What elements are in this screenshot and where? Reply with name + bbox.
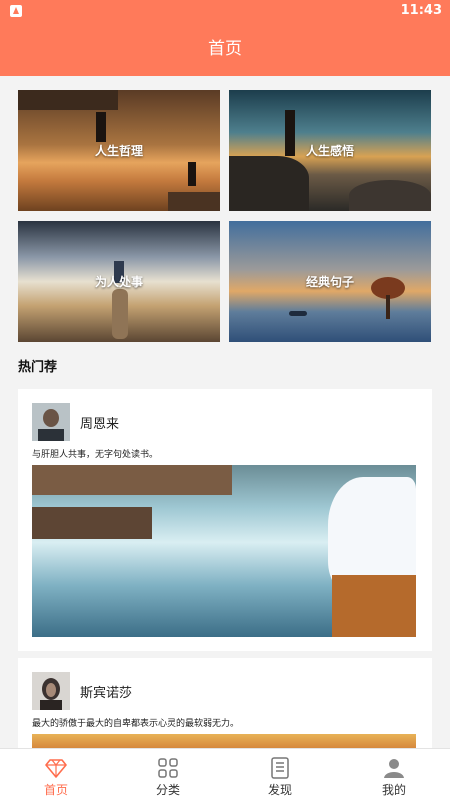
nav-item-home[interactable]: 首页 — [0, 749, 112, 800]
cliff-image — [229, 156, 309, 211]
cliff-image — [32, 465, 232, 495]
avatar[interactable] — [32, 672, 70, 710]
tree-trunk-image — [386, 295, 390, 319]
category-tile-life-philosophy[interactable]: 人生哲理 — [18, 90, 220, 211]
nav-label: 首页 — [43, 783, 68, 797]
user-icon — [384, 759, 404, 778]
category-label: 经典句子 — [305, 275, 354, 289]
main-content[interactable]: 人生哲理 人生感悟 为人处事 经典句子 热门荐 周恩来 与肝胆人共事，无字句处读… — [0, 76, 450, 748]
category-label: 人生哲理 — [94, 144, 143, 158]
author-name[interactable]: 周恩来 — [80, 413, 119, 432]
rock-image — [32, 507, 152, 539]
nav-label: 我的 — [381, 783, 406, 797]
category-grid: 人生哲理 人生感悟 为人处事 经典句子 — [18, 90, 432, 342]
status-time: 11:43 — [400, 3, 442, 18]
post-card[interactable]: 斯宾诺莎 最大的骄傲于最大的自卑都表示心灵的最软弱无力。 — [18, 658, 432, 748]
post-image[interactable] — [32, 734, 416, 748]
nav-item-discover[interactable]: 发现 — [224, 749, 336, 800]
post-image[interactable] — [32, 465, 416, 637]
category-label: 为人处事 — [94, 275, 143, 289]
app-header: 首页 — [0, 24, 450, 76]
nav-item-profile[interactable]: 我的 — [338, 749, 450, 800]
bottom-navigation: 首页 分类 发现 我的 — [0, 748, 450, 800]
page-title: 首页 — [208, 39, 242, 59]
category-label: 人生感悟 — [305, 144, 354, 158]
category-tile-life-insight[interactable]: 人生感悟 — [229, 90, 431, 211]
nav-label: 发现 — [267, 783, 292, 797]
post-card[interactable]: 周恩来 与肝胆人共事，无字句处读书。 — [18, 389, 432, 651]
stepping-stones-image — [112, 289, 128, 339]
author-name[interactable]: 斯宾诺莎 — [80, 682, 132, 701]
quote-text: 与肝胆人共事，无字句处读书。 — [32, 450, 159, 460]
autumn-hill-image — [332, 575, 416, 637]
person-silhouette — [96, 112, 106, 142]
category-tile-classic-sentences[interactable]: 经典句子 — [229, 221, 431, 342]
nav-item-categories[interactable]: 分类 — [112, 749, 224, 800]
person-silhouette — [188, 162, 196, 186]
quote-text: 最大的骄傲于最大的自卑都表示心灵的最软弱无力。 — [32, 719, 240, 729]
section-title: 热门荐 — [18, 360, 58, 375]
mountain-image — [349, 180, 431, 211]
status-bar: 11:43 — [0, 0, 450, 24]
category-tile-conduct[interactable]: 为人处事 — [18, 221, 220, 342]
list-icon — [271, 757, 289, 779]
avatar[interactable] — [32, 403, 70, 441]
cliff-image — [18, 90, 118, 110]
app-notification-icon — [10, 5, 22, 17]
boat-image — [289, 311, 307, 316]
grid-icon — [158, 758, 178, 778]
nav-label: 分类 — [155, 783, 180, 797]
rock-image — [168, 192, 220, 211]
diamond-icon — [45, 759, 67, 778]
